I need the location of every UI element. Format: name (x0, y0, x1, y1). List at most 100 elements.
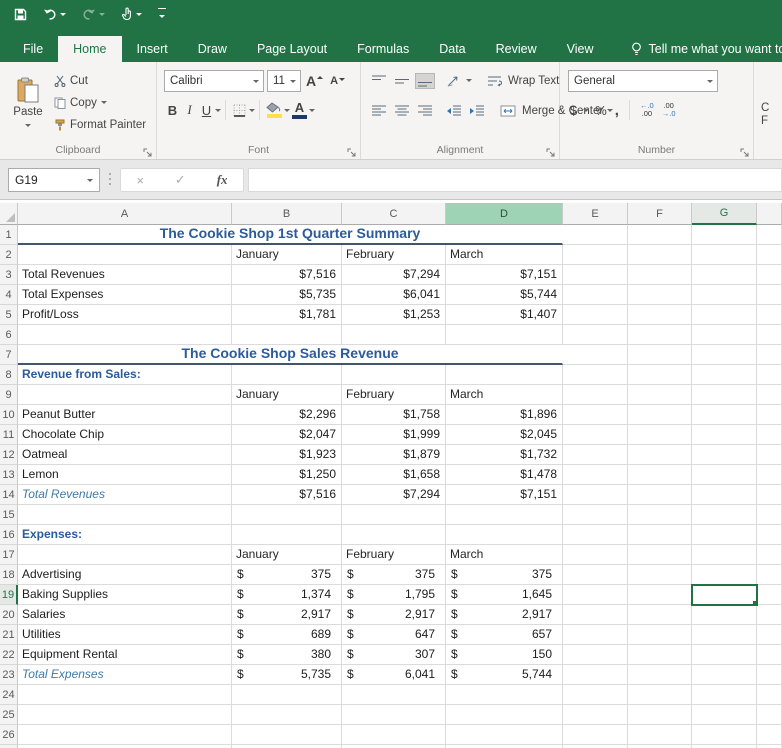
cell-B18[interactable]: $375 (232, 565, 342, 585)
cell-G13[interactable] (692, 465, 757, 485)
number-format-select[interactable]: General (568, 70, 718, 92)
cell-A19[interactable]: Baking Supplies (18, 585, 232, 605)
cell-A22[interactable]: Equipment Rental (18, 645, 232, 665)
row-header-7[interactable]: 7 (0, 345, 18, 365)
tab-review[interactable]: Review (481, 36, 552, 62)
cell-F14[interactable] (628, 485, 692, 505)
fill-handle[interactable] (752, 600, 756, 604)
cell-B11[interactable]: $2,047 (232, 425, 342, 445)
font-dialog-launcher[interactable] (347, 145, 357, 157)
row-header-20[interactable]: 20 (0, 605, 18, 625)
cell-D14[interactable]: $7,151 (446, 485, 563, 505)
cell-E11[interactable] (563, 425, 628, 445)
cell-B3[interactable]: $7,516 (232, 265, 342, 285)
cell-C15[interactable] (342, 505, 446, 525)
cell-F25[interactable] (628, 705, 692, 725)
row-header-18[interactable]: 18 (0, 565, 18, 585)
row-header-9[interactable]: 9 (0, 385, 18, 405)
align-right-button[interactable] (415, 103, 435, 119)
cell-E10[interactable] (563, 405, 628, 425)
cell-C8[interactable] (342, 365, 446, 385)
row-header-1[interactable]: 1 (0, 225, 18, 245)
row-header-6[interactable]: 6 (0, 325, 18, 345)
cell-C19[interactable]: $1,795 (342, 585, 446, 605)
cell-H1[interactable] (757, 225, 782, 245)
cell-G18[interactable] (692, 565, 757, 585)
cell-B21[interactable]: $689 (232, 625, 342, 645)
cell-D3[interactable]: $7,151 (446, 265, 563, 285)
undo-button[interactable] (43, 8, 66, 20)
row-header-8[interactable]: 8 (0, 365, 18, 385)
tell-me-box[interactable]: Tell me what you want to do (631, 36, 782, 62)
cell-C9[interactable]: February (342, 385, 446, 405)
column-header-partial[interactable] (757, 203, 782, 225)
cell-D26[interactable] (446, 725, 563, 745)
redo-button[interactable] (82, 8, 105, 20)
cell-G3[interactable] (692, 265, 757, 285)
cell-D8[interactable] (446, 365, 563, 385)
row-header-21[interactable]: 21 (0, 625, 18, 645)
cell-F11[interactable] (628, 425, 692, 445)
row-header-2[interactable]: 2 (0, 245, 18, 265)
cell-B16[interactable] (232, 525, 342, 545)
cell-C24[interactable] (342, 685, 446, 705)
cell-E23[interactable] (563, 665, 628, 685)
cell-A15[interactable] (18, 505, 232, 525)
touch-mode-dropdown-caret[interactable] (136, 13, 142, 19)
enter-button[interactable]: ✓ (175, 172, 186, 188)
copy-dropdown-caret[interactable] (100, 101, 107, 107)
cell-C3[interactable]: $7,294 (342, 265, 446, 285)
cell-B10[interactable]: $2,296 (232, 405, 342, 425)
cell-A12[interactable]: Oatmeal (18, 445, 232, 465)
cell-C12[interactable]: $1,879 (342, 445, 446, 465)
cell-C2[interactable]: February (342, 245, 446, 265)
decrease-indent-button[interactable] (444, 103, 464, 119)
cell-F19[interactable] (628, 585, 692, 605)
cell-E13[interactable] (563, 465, 628, 485)
cell-B6[interactable] (232, 325, 342, 345)
comma-style-button[interactable]: , (613, 102, 621, 119)
cell-F7[interactable] (628, 345, 692, 365)
cell-H5[interactable] (757, 305, 782, 325)
underline-dropdown-caret[interactable] (215, 108, 221, 115)
cell-D24[interactable] (446, 685, 563, 705)
fill-color-button[interactable] (264, 101, 284, 119)
cell-A23[interactable]: Total Expenses (18, 665, 232, 685)
cell-E7[interactable] (563, 345, 628, 365)
undo-dropdown-caret[interactable] (60, 13, 66, 19)
column-header-D[interactable]: D (446, 203, 563, 225)
cell-D10[interactable]: $1,896 (446, 405, 563, 425)
increase-decimal-button[interactable]: ←.0 .00 (638, 102, 656, 118)
cell-H22[interactable] (757, 645, 782, 665)
row-header-24[interactable]: 24 (0, 685, 18, 705)
row-header-10[interactable]: 10 (0, 405, 18, 425)
cell-E12[interactable] (563, 445, 628, 465)
cell-A10[interactable]: Peanut Butter (18, 405, 232, 425)
borders-button[interactable] (230, 102, 249, 119)
cell-E6[interactable] (563, 325, 628, 345)
cell-E20[interactable] (563, 605, 628, 625)
cell-D6[interactable] (446, 325, 563, 345)
tab-insert[interactable]: Insert (122, 36, 183, 62)
column-header-B[interactable]: B (232, 203, 342, 225)
format-painter-button[interactable]: Format Painter (54, 114, 146, 135)
font-name-caret[interactable] (253, 79, 259, 86)
cell-A21[interactable]: Utilities (18, 625, 232, 645)
paste-button[interactable]: Paste (7, 69, 49, 137)
cell-B9[interactable]: January (232, 385, 342, 405)
cell-G23[interactable] (692, 665, 757, 685)
insert-function-button[interactable]: fx (217, 172, 228, 188)
cell-C26[interactable] (342, 725, 446, 745)
cell-D4[interactable]: $5,744 (446, 285, 563, 305)
column-header-C[interactable]: C (342, 203, 446, 225)
cell-E9[interactable] (563, 385, 628, 405)
cell-C22[interactable]: $307 (342, 645, 446, 665)
cell-F3[interactable] (628, 265, 692, 285)
cell-E1[interactable] (563, 225, 628, 245)
cell-F8[interactable] (628, 365, 692, 385)
cell-D18[interactable]: $375 (446, 565, 563, 585)
column-header-E[interactable]: E (563, 203, 628, 225)
middle-align-button[interactable] (392, 73, 412, 89)
cell-G1[interactable] (692, 225, 757, 245)
cell-G25[interactable] (692, 705, 757, 725)
